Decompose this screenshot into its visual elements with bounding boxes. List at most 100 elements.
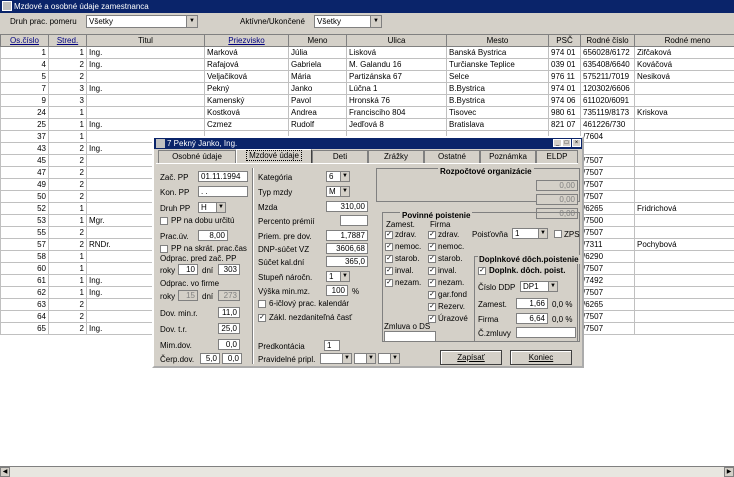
typ-mzdy-select[interactable]: M ▼	[326, 186, 350, 197]
insurance-checkbox[interactable]: ✓	[385, 279, 393, 287]
chevron-down-icon[interactable]: ▼	[370, 16, 381, 27]
close-icon[interactable]: ×	[572, 139, 581, 147]
pp-urcitu-checkbox[interactable]	[160, 217, 168, 225]
minimize-icon[interactable]: _	[553, 139, 562, 147]
table-cell: 1	[48, 250, 87, 263]
dnp-field[interactable]: 3606,68	[326, 243, 368, 254]
tab-ostatne[interactable]: Ostatné	[424, 150, 480, 163]
zapisat-button[interactable]: Zapísať	[440, 350, 502, 365]
kalendar-checkbox[interactable]	[258, 300, 266, 308]
chevron-down-icon[interactable]: ▼	[366, 354, 375, 363]
insurance-checkbox[interactable]: ✓	[385, 267, 393, 275]
column-header[interactable]: Stred.	[48, 34, 87, 47]
table-cell: Fridrichová	[634, 202, 734, 215]
pomer-select[interactable]: Všetky ▼	[86, 15, 198, 28]
pravidelne-select-2[interactable]: ▼	[354, 353, 376, 364]
insurance-checkbox[interactable]: ✓	[428, 243, 436, 251]
chevron-down-icon[interactable]: ▼	[340, 172, 349, 181]
pp-skrat-checkbox[interactable]	[160, 245, 168, 253]
firma2-field[interactable]: 6,64	[516, 313, 548, 324]
doplnk-checkbox[interactable]: ✓	[478, 267, 486, 275]
pravidelne-select-1[interactable]: ▼	[320, 353, 352, 364]
czmluvy-field[interactable]	[516, 327, 576, 338]
kon-pp-field[interactable]: . .	[198, 186, 248, 197]
column-header[interactable]: PSČ	[548, 34, 581, 47]
insurance-checkbox[interactable]: ✓	[428, 231, 436, 239]
column-header[interactable]: Rodné meno	[634, 34, 734, 47]
sucet-field[interactable]: 365,0	[326, 256, 368, 267]
chevron-down-icon[interactable]: ▼	[538, 229, 547, 238]
chevron-down-icon[interactable]: ▼	[340, 187, 349, 196]
table-row[interactable]: 24 1 Kostková Andrea Francisciho 804 Tisovec 9…	[0, 106, 734, 119]
zamest2-field[interactable]: 1,66	[516, 298, 548, 309]
scroll-left-icon[interactable]: ◀	[0, 467, 10, 477]
cislo-ddp-select[interactable]: DP1 ▼	[520, 281, 558, 292]
percento-field[interactable]	[340, 215, 368, 226]
table-cell	[634, 190, 734, 203]
chevron-down-icon[interactable]: ▼	[186, 16, 197, 27]
table-row[interactable]: 5 2 Veljačiková Mária Partizánska 67 Selce 976…	[0, 70, 734, 83]
tab-eldp[interactable]: ELDP	[536, 150, 578, 163]
dni1-field[interactable]: 303	[218, 264, 240, 275]
dov-min-field[interactable]: 11,0	[218, 307, 240, 318]
priem-field[interactable]: 1,7887	[326, 230, 368, 241]
column-header[interactable]: Os.číslo	[0, 34, 49, 47]
mzda-field[interactable]: 310,00	[326, 201, 368, 212]
chevron-down-icon[interactable]: ▼	[216, 203, 225, 212]
kategoria-select[interactable]: 6 ▼	[326, 171, 350, 182]
insurance-checkbox[interactable]: ✓	[428, 291, 436, 299]
table-cell: /7507	[580, 190, 635, 203]
insurance-checkbox[interactable]: ✓	[428, 267, 436, 275]
tab-zrazky[interactable]: Zrážky	[368, 150, 424, 163]
zac-pp-field[interactable]: 01.11.1994	[198, 171, 248, 182]
aktivne-select[interactable]: Všetky ▼	[314, 15, 382, 28]
vyska-field[interactable]: 100	[326, 285, 348, 296]
insurance-checkbox[interactable]: ✓	[385, 255, 393, 263]
insurance-checkbox[interactable]: ✓	[428, 255, 436, 263]
column-header[interactable]: Rodné číslo	[580, 34, 635, 47]
column-header[interactable]: Ulica	[346, 34, 447, 47]
table-cell: 3	[48, 82, 87, 95]
tab-deti[interactable]: Deti	[312, 150, 368, 163]
cerp-dov-field-2[interactable]: 0,0	[222, 353, 242, 364]
chevron-down-icon[interactable]: ▼	[342, 354, 351, 363]
table-row[interactable]: 9 3 Kamenský Pavol Hronská 76 B.Bystrica 974 0…	[0, 94, 734, 107]
column-header[interactable]: Priezvisko	[204, 34, 289, 47]
chevron-down-icon[interactable]: ▼	[548, 282, 557, 291]
zps-checkbox[interactable]	[554, 230, 562, 238]
zmluva-field[interactable]	[384, 331, 436, 342]
zakl-checkbox[interactable]: ✓	[258, 314, 266, 322]
druh-pp-select[interactable]: H ▼	[198, 202, 226, 213]
predkont-field[interactable]: 1	[324, 340, 340, 351]
table-row[interactable]: 4 2 Ing. Rafajová Gabriela M. Galandu 16 Turči…	[0, 58, 734, 71]
table-row[interactable]: 25 1 Ing. Czmez Rudolf Jedľová 8 Bratislava 821…	[0, 118, 734, 131]
maximize-icon[interactable]: □	[562, 139, 571, 147]
poistovna-select[interactable]: 1 ▼	[512, 228, 548, 239]
scroll-right-icon[interactable]: ▶	[724, 467, 734, 477]
roky1-field[interactable]: 10	[178, 264, 198, 275]
column-header[interactable]: Mesto	[446, 34, 549, 47]
table-cell: Pekný	[204, 82, 289, 95]
insurance-checkbox[interactable]: ✓	[385, 231, 393, 239]
prac-uv-field[interactable]: 8,00	[198, 230, 228, 241]
horizontal-scrollbar[interactable]: ◀ ▶	[0, 466, 734, 477]
insurance-checkbox[interactable]: ✓	[385, 243, 393, 251]
stupen-select[interactable]: 1 ▼	[326, 271, 350, 282]
pravidelne-select-3[interactable]: ▼	[378, 353, 400, 364]
mim-dov-field[interactable]: 0,0	[218, 339, 240, 350]
tab-mzdove[interactable]: Mzdové údaje	[236, 149, 312, 164]
table-cell: 43	[0, 142, 49, 155]
table-row[interactable]: 7 3 Ing. Pekný Janko Lúčna 1 B.Bystrica 974 01 1…	[0, 82, 734, 95]
table-row[interactable]: 1 1 Ing. Marková Júlia Lisková Banská Bystrica…	[0, 46, 734, 59]
cerp-dov-field-1[interactable]: 5,0	[200, 353, 220, 364]
insurance-checkbox[interactable]: ✓	[428, 279, 436, 287]
column-header[interactable]: Meno	[288, 34, 347, 47]
column-header[interactable]: Titul	[86, 34, 205, 47]
tab-poznamka[interactable]: Poznámka	[480, 150, 536, 163]
chevron-down-icon[interactable]: ▼	[340, 272, 349, 281]
koniec-button[interactable]: Koniec	[510, 350, 572, 365]
insurance-checkbox[interactable]: ✓	[428, 303, 436, 311]
chevron-down-icon[interactable]: ▼	[390, 354, 399, 363]
tab-osobne[interactable]: Osobné údaje	[158, 150, 236, 163]
dov-tr-field[interactable]: 25,0	[218, 323, 240, 334]
